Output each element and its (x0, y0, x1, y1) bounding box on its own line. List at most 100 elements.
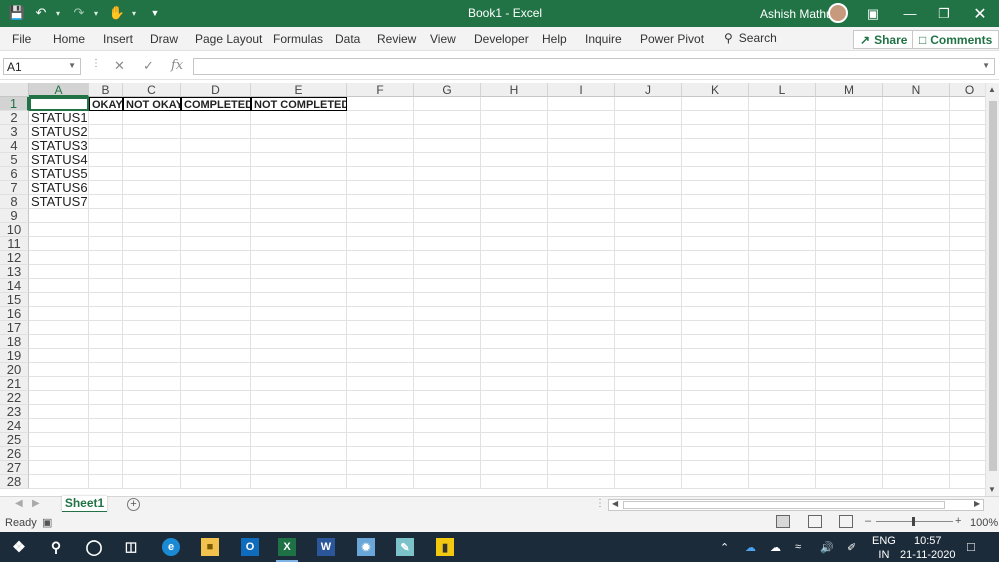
cell-d1[interactable]: COMPLETED (181, 97, 251, 111)
row-header-9[interactable]: 9 (0, 209, 29, 223)
cell-d27[interactable] (181, 461, 251, 475)
cell-b10[interactable] (89, 223, 123, 237)
cell-b15[interactable] (89, 293, 123, 307)
cell-h27[interactable] (481, 461, 548, 475)
cell-i5[interactable] (548, 153, 615, 167)
select-all-corner[interactable] (0, 83, 29, 97)
wifi-icon[interactable]: ≈ (795, 541, 801, 553)
cell-d3[interactable] (181, 125, 251, 139)
cell-j4[interactable] (615, 139, 682, 153)
edge-icon[interactable]: e (162, 538, 180, 556)
cell-g6[interactable] (414, 167, 481, 181)
cell-c25[interactable] (123, 433, 181, 447)
cell-d24[interactable] (181, 419, 251, 433)
cell-e14[interactable] (251, 279, 347, 293)
cell-a11[interactable] (29, 237, 89, 251)
row-header-21[interactable]: 21 (0, 377, 29, 391)
cell-o14[interactable] (950, 279, 985, 293)
cell-i23[interactable] (548, 405, 615, 419)
cell-f24[interactable] (347, 419, 414, 433)
cell-d7[interactable] (181, 181, 251, 195)
cell-k7[interactable] (682, 181, 749, 195)
cell-f20[interactable] (347, 363, 414, 377)
clock[interactable]: 10:57 21-11-2020 (900, 534, 955, 562)
cell-j27[interactable] (615, 461, 682, 475)
cell-e18[interactable] (251, 335, 347, 349)
cell-i25[interactable] (548, 433, 615, 447)
cell-b9[interactable] (89, 209, 123, 223)
cell-i2[interactable] (548, 111, 615, 125)
cell-a21[interactable] (29, 377, 89, 391)
cell-f19[interactable] (347, 349, 414, 363)
cell-m20[interactable] (816, 363, 883, 377)
cell-g25[interactable] (414, 433, 481, 447)
cell-a3[interactable]: STATUS2 (29, 125, 89, 139)
cell-o6[interactable] (950, 167, 985, 181)
cell-i20[interactable] (548, 363, 615, 377)
cell-e25[interactable] (251, 433, 347, 447)
tab-home[interactable]: Home (53, 32, 85, 46)
cell-a22[interactable] (29, 391, 89, 405)
cell-d28[interactable] (181, 475, 251, 489)
cell-c3[interactable] (123, 125, 181, 139)
cell-m18[interactable] (816, 335, 883, 349)
cell-c18[interactable] (123, 335, 181, 349)
column-header-g[interactable]: G (414, 83, 481, 97)
cell-m16[interactable] (816, 307, 883, 321)
cell-g2[interactable] (414, 111, 481, 125)
cell-g4[interactable] (414, 139, 481, 153)
row-header-15[interactable]: 15 (0, 293, 29, 307)
scroll-left-icon[interactable]: ◀ (612, 499, 618, 508)
cell-m25[interactable] (816, 433, 883, 447)
cell-d8[interactable] (181, 195, 251, 209)
cell-c28[interactable] (123, 475, 181, 489)
cell-e19[interactable] (251, 349, 347, 363)
cell-f27[interactable] (347, 461, 414, 475)
cell-b18[interactable] (89, 335, 123, 349)
cell-l6[interactable] (749, 167, 816, 181)
cell-b4[interactable] (89, 139, 123, 153)
cell-d22[interactable] (181, 391, 251, 405)
cell-c17[interactable] (123, 321, 181, 335)
redo-icon[interactable]: ↷ (70, 4, 88, 22)
share-button[interactable]: ↗ Share (853, 30, 915, 49)
cell-e20[interactable] (251, 363, 347, 377)
column-header-o[interactable]: O (950, 83, 985, 97)
cell-d15[interactable] (181, 293, 251, 307)
cell-g21[interactable] (414, 377, 481, 391)
column-header-k[interactable]: K (682, 83, 749, 97)
cell-d20[interactable] (181, 363, 251, 377)
row-header-24[interactable]: 24 (0, 419, 29, 433)
cell-m15[interactable] (816, 293, 883, 307)
cell-b24[interactable] (89, 419, 123, 433)
cell-i19[interactable] (548, 349, 615, 363)
cell-c9[interactable] (123, 209, 181, 223)
cell-m1[interactable] (816, 97, 883, 111)
name-box[interactable]: A1 ▼ (3, 58, 81, 75)
cell-b21[interactable] (89, 377, 123, 391)
cell-h15[interactable] (481, 293, 548, 307)
scroll-down-icon[interactable]: ▼ (988, 485, 996, 494)
cell-j13[interactable] (615, 265, 682, 279)
cell-d16[interactable] (181, 307, 251, 321)
cell-n18[interactable] (883, 335, 950, 349)
cell-k19[interactable] (682, 349, 749, 363)
cell-g20[interactable] (414, 363, 481, 377)
cell-j9[interactable] (615, 209, 682, 223)
cell-l2[interactable] (749, 111, 816, 125)
cell-f26[interactable] (347, 447, 414, 461)
cell-l9[interactable] (749, 209, 816, 223)
cell-h10[interactable] (481, 223, 548, 237)
cell-j7[interactable] (615, 181, 682, 195)
cell-b12[interactable] (89, 251, 123, 265)
zoom-level[interactable]: 100% (970, 517, 998, 529)
cell-i22[interactable] (548, 391, 615, 405)
cell-h13[interactable] (481, 265, 548, 279)
cell-c2[interactable] (123, 111, 181, 125)
cell-j10[interactable] (615, 223, 682, 237)
file-explorer-icon[interactable]: ■ (201, 538, 219, 556)
cell-h28[interactable] (481, 475, 548, 489)
cell-a28[interactable] (29, 475, 89, 489)
row-header-19[interactable]: 19 (0, 349, 29, 363)
cell-l5[interactable] (749, 153, 816, 167)
